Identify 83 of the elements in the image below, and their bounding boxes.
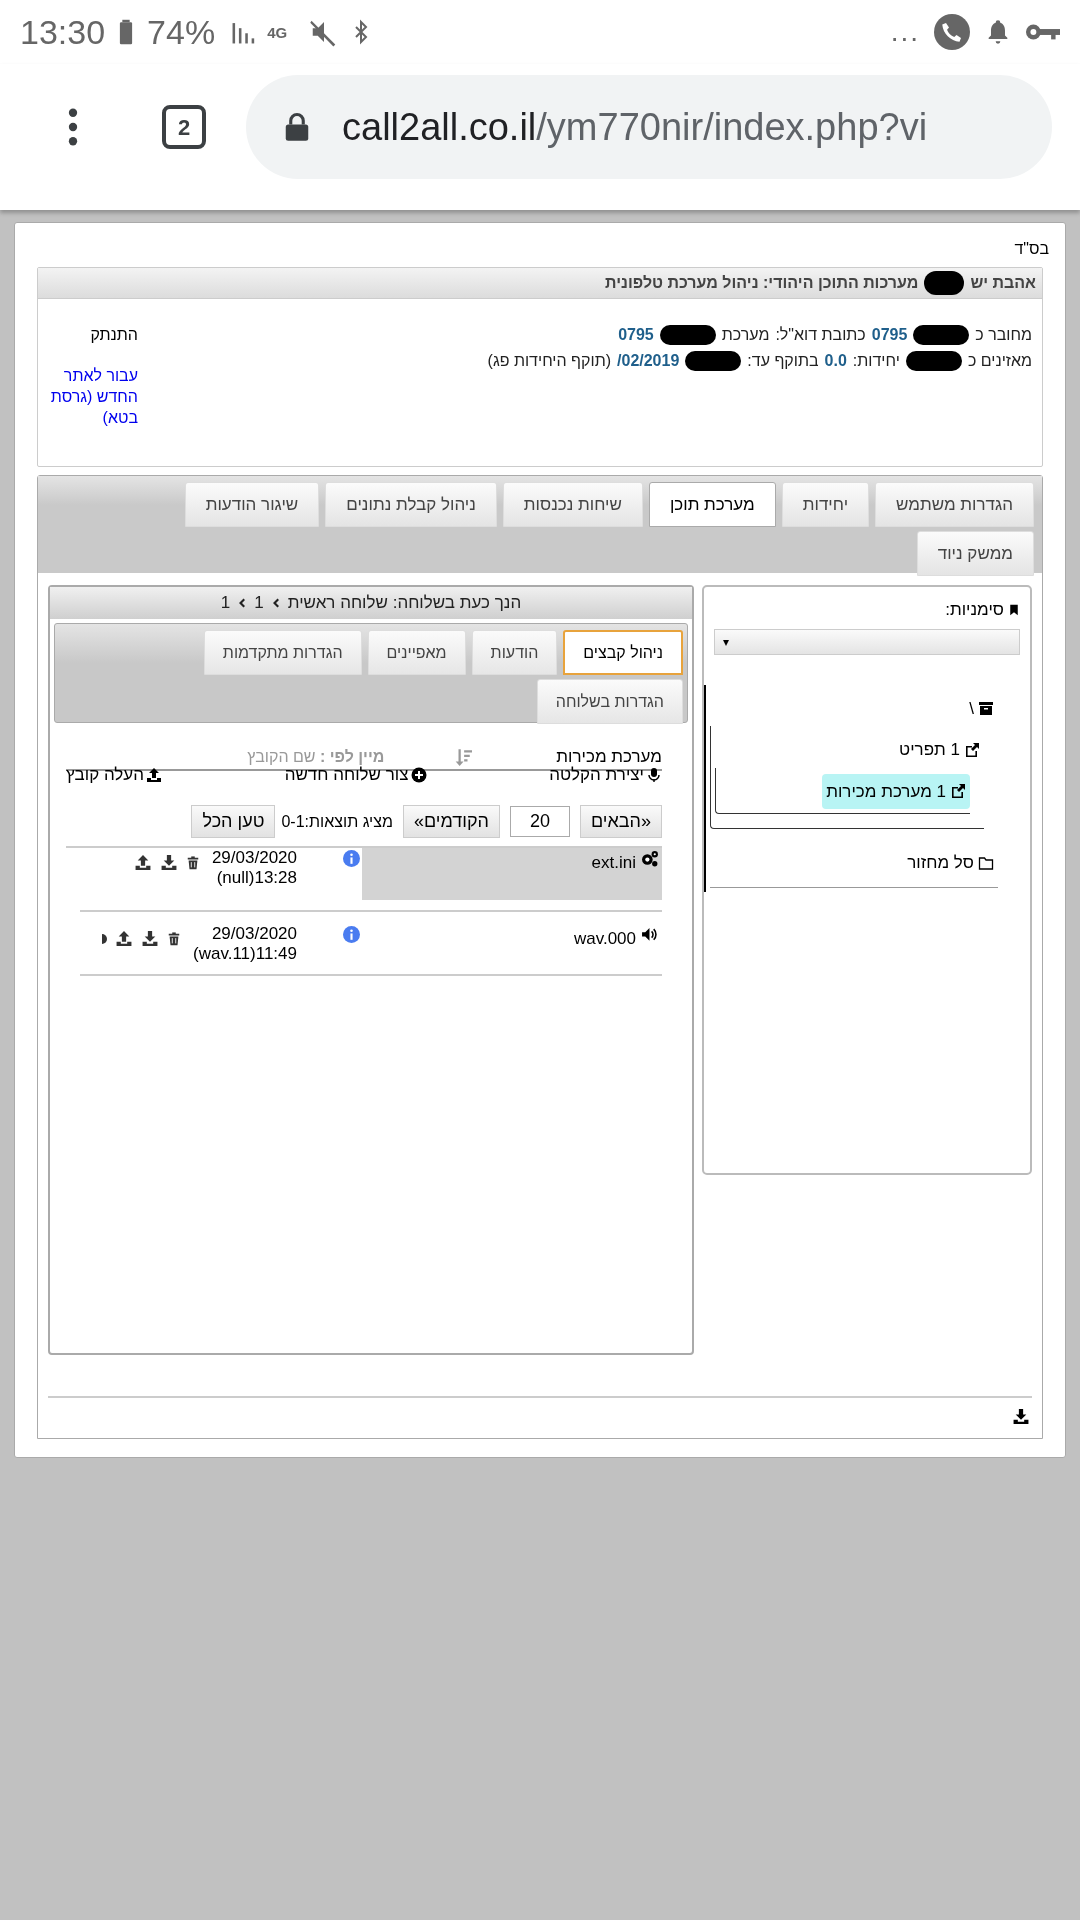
tree-item[interactable]: \ <box>965 690 998 726</box>
address-bar[interactable]: call2all.co.il/ym770nir/index.php?vi <box>246 75 1052 179</box>
redaction-mark <box>924 271 965 295</box>
next-button[interactable]: «הבאים <box>580 805 662 838</box>
info-label: מאזינים כ <box>967 351 1032 371</box>
folder-icon <box>978 854 994 871</box>
download-icon[interactable] <box>159 854 178 871</box>
tree-item[interactable]: 1 מערכת מכירות <box>822 773 970 809</box>
action-button[interactable]: העלה קובץ <box>66 762 162 788</box>
redaction-mark <box>685 351 742 371</box>
sub-tab[interactable]: ניהול קבצים <box>563 630 683 675</box>
new-site-link[interactable]: עבור לאתר החדש (גרסת בטא) <box>50 365 138 428</box>
breadcrumb-item[interactable]: 1 <box>254 590 264 616</box>
main-tab[interactable]: שיגור הודעות <box>184 482 320 527</box>
header-title: מערכות התוכן היהודי: ניהול מערכת טלפונית <box>605 273 919 293</box>
header-title: אהבת יש <box>970 273 1036 293</box>
page-size-field[interactable]: 20 <box>510 806 570 837</box>
file-name-cell[interactable]: ext.ini <box>362 848 662 900</box>
file-name-cell[interactable]: wav.000 <box>362 924 662 976</box>
upload-icon <box>146 767 162 783</box>
file-time: (wav.11)11:49 <box>193 944 297 964</box>
network-type: 4G <box>267 24 289 40</box>
external-link-icon <box>964 741 980 758</box>
redaction-mark <box>659 325 716 345</box>
info-icon[interactable] <box>343 850 360 867</box>
logout-link[interactable]: התנתק <box>50 323 138 347</box>
upload-icon[interactable] <box>133 854 152 871</box>
info-icon[interactable] <box>343 926 360 943</box>
previous-button[interactable]: הקודמים» <box>402 805 500 838</box>
info-value: 0795 <box>618 325 654 345</box>
blessing-text: בס"ד <box>1013 239 1050 259</box>
main-tab[interactable]: ממשק ניוד <box>916 531 1034 576</box>
trash-icon[interactable] <box>167 930 182 947</box>
info-label: כתובת דוא"ל: <box>775 325 866 345</box>
load-all-button[interactable]: טען הכל <box>191 805 276 838</box>
info-label: (תוקף היחידות פג) <box>487 351 612 371</box>
results-count: מציג תוצאות:0-1 <box>281 811 393 832</box>
info-label: מחובר כ <box>975 325 1032 345</box>
gears-icon <box>640 850 660 868</box>
download-icon[interactable] <box>1012 1407 1030 1425</box>
bookmarks-label: סימניות: <box>945 599 1004 621</box>
microphone-icon <box>646 767 662 783</box>
info-value: 0795 <box>871 325 908 345</box>
main-tab[interactable]: מערכת תוכן <box>648 482 776 527</box>
sub-tab[interactable]: הודעות <box>471 630 558 675</box>
download-icon[interactable] <box>141 930 160 947</box>
main-tab[interactable]: ניהול קבלת נתונים <box>325 482 497 527</box>
info-label: בתוקף עד: <box>747 351 819 371</box>
file-time: (null)13:28 <box>216 868 297 888</box>
sort-icon[interactable] <box>454 747 473 767</box>
redaction-mark <box>905 351 962 371</box>
key-icon <box>1026 23 1060 41</box>
redaction-mark <box>913 325 970 345</box>
upload-icon[interactable] <box>115 930 134 947</box>
main-tab[interactable]: יחידות <box>781 482 870 527</box>
archive-icon <box>978 700 994 717</box>
sub-tab[interactable]: הגדרות בשלוחה <box>536 679 683 724</box>
menu-icon[interactable] <box>68 108 78 146</box>
info-label: יחידות: <box>852 351 900 371</box>
battery-percent: 74% <box>147 11 216 53</box>
partial-icon[interactable] <box>102 931 108 946</box>
file-date: 29/03/2020 <box>211 848 297 868</box>
url-text: call2all.co.il/ym770nir/index.php?vi <box>342 104 928 150</box>
more-notifications: ... <box>890 18 920 46</box>
info-label: מערכת <box>721 325 770 345</box>
tab-count-button[interactable]: 2 <box>162 105 206 149</box>
status-time: 13:30 <box>20 11 106 53</box>
file-date: 29/03/2020 <box>211 924 297 944</box>
info-value: /02/2019 <box>617 351 680 371</box>
main-tab[interactable]: שיחות נכנסות <box>502 482 643 527</box>
plus-circle-icon <box>410 767 427 783</box>
tree-item[interactable]: סל מחזור <box>903 845 998 881</box>
breadcrumb-item: הנך כעת בשלוחה: שלוחה ראשית <box>287 592 522 615</box>
info-value: 0.0 <box>824 351 847 371</box>
breadcrumb-item[interactable]: 1 <box>220 590 231 616</box>
sub-tab[interactable]: מאפיינים <box>367 630 466 675</box>
tree-item[interactable]: 1 תפריט <box>895 732 984 768</box>
sub-tab[interactable]: הגדרות מתקדמות <box>203 630 362 675</box>
external-link-icon <box>950 783 966 800</box>
main-tab[interactable]: הגדרות משתמש <box>875 482 1034 527</box>
trash-icon[interactable] <box>185 854 200 871</box>
phone-icon <box>934 14 970 50</box>
bookmarks-dropdown[interactable]: ▾ <box>714 628 1020 655</box>
